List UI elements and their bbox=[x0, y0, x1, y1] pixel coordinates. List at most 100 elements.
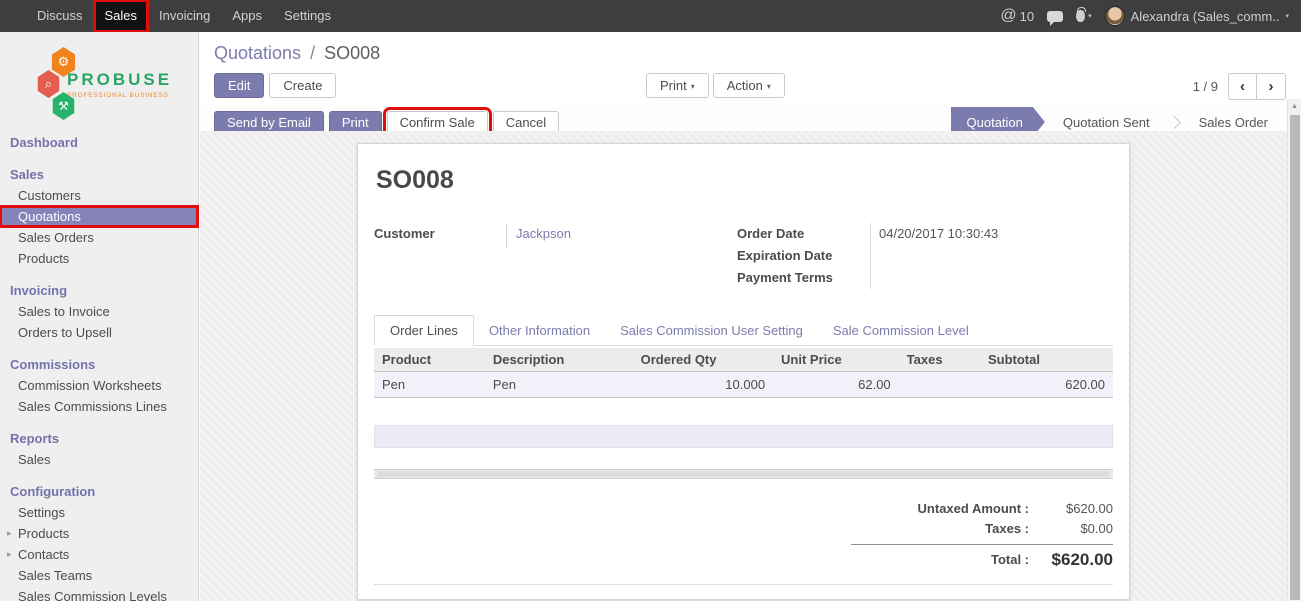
expand-caret-icon[interactable]: ▸ bbox=[7, 544, 12, 565]
tab-order-lines[interactable]: Order Lines bbox=[374, 315, 474, 346]
sidebar-item-products[interactable]: ▸Products bbox=[0, 523, 198, 544]
chevron-left-icon: ‹ bbox=[1240, 78, 1245, 95]
vertical-scrollbar-thumb[interactable] bbox=[1290, 115, 1300, 600]
sidebar-heading-reports[interactable]: Reports bbox=[0, 428, 198, 449]
edit-button[interactable]: Edit bbox=[214, 73, 264, 98]
sidebar-item-customers[interactable]: Customers bbox=[0, 185, 198, 206]
chat-bubble-icon[interactable] bbox=[1047, 11, 1063, 22]
tab-other-information[interactable]: Other Information bbox=[474, 316, 605, 345]
topbar-right: @ 10 ▾ Alexandra (Sales_comm.. ▾ bbox=[1000, 0, 1301, 32]
cell-unit-price: 62.00 bbox=[773, 372, 899, 398]
sidebar-item-commission-worksheets[interactable]: Commission Worksheets bbox=[0, 375, 198, 396]
probuse-logo: ⚙ ⌕ ⚒ PROBUSE PROFESSIONAL BUSINESS bbox=[34, 44, 198, 120]
sheet-bottom-divider bbox=[374, 584, 1113, 585]
action-dropdown-button[interactable]: Action▾ bbox=[713, 73, 785, 98]
empty-section-band bbox=[374, 425, 1113, 448]
fields-block: Customer Jackpson Order DateExpiration D… bbox=[374, 223, 1113, 289]
scrollbar-up-arrow[interactable]: ▲ bbox=[1288, 99, 1301, 114]
topbar-item-settings[interactable]: Settings bbox=[273, 0, 342, 32]
sidebar-heading-invoicing[interactable]: Invoicing bbox=[0, 280, 198, 301]
logo-tagline: PROFESSIONAL BUSINESS bbox=[67, 92, 172, 99]
mention-counter[interactable]: @ 10 bbox=[1000, 7, 1034, 25]
sidebar-item-sales-to-invoice[interactable]: Sales to Invoice bbox=[0, 301, 198, 322]
sidebar-item-sales-teams[interactable]: Sales Teams bbox=[0, 565, 198, 586]
taxes-value: $0.00 bbox=[1029, 519, 1113, 539]
tab-sale-commission-level[interactable]: Sale Commission Level bbox=[818, 316, 984, 345]
column-header-ordered-qty[interactable]: Ordered Qty bbox=[633, 348, 773, 372]
cell-description: Pen bbox=[485, 372, 633, 398]
cell-ordered-qty: 10.000 bbox=[633, 372, 773, 398]
total-value: $620.00 bbox=[1029, 548, 1113, 572]
sidebar-item-settings[interactable]: Settings bbox=[0, 502, 198, 523]
sidebar-item-products[interactable]: Products bbox=[0, 248, 198, 269]
chevron-right-icon: › bbox=[1269, 78, 1274, 95]
totals-separator bbox=[851, 544, 1113, 545]
sidebar-item-quotations[interactable]: Quotations bbox=[0, 206, 198, 227]
user-menu[interactable]: Alexandra (Sales_comm.. ▾ bbox=[1105, 6, 1289, 26]
control-panel-buttons: Edit Create Print▾ Action▾ 1 / 9 ‹ › bbox=[214, 73, 1301, 107]
taxes-label: Taxes : bbox=[851, 519, 1029, 539]
topbar-item-invoicing[interactable]: Invoicing bbox=[148, 0, 221, 32]
sidebar-item-contacts[interactable]: ▸Contacts bbox=[0, 544, 198, 565]
column-header-unit-price[interactable]: Unit Price bbox=[773, 348, 899, 372]
sidebar-menu: DashboardSalesCustomersQuotationsSales O… bbox=[0, 132, 198, 601]
sidebar-item-sales[interactable]: Sales bbox=[0, 449, 198, 470]
sidebar-item-sales-commission-levels[interactable]: Sales Commission Levels bbox=[0, 586, 198, 601]
cell-subtotal: 620.00 bbox=[980, 372, 1113, 398]
total-label: Total : bbox=[851, 548, 1029, 572]
user-name: Alexandra (Sales_comm.. bbox=[1131, 9, 1280, 24]
pager-next-button[interactable]: › bbox=[1257, 73, 1286, 100]
logo-text: PROBUSE PROFESSIONAL BUSINESS bbox=[67, 70, 172, 99]
column-header-taxes[interactable]: Taxes bbox=[899, 348, 980, 372]
order-date-label: Order Date bbox=[737, 223, 870, 245]
vertical-scrollbar[interactable]: ▲ bbox=[1287, 99, 1301, 601]
breadcrumb-quotations-link[interactable]: Quotations bbox=[214, 43, 301, 63]
sidebar-item-sales-orders[interactable]: Sales Orders bbox=[0, 227, 198, 248]
sidebar-heading-commissions[interactable]: Commissions bbox=[0, 354, 198, 375]
payment-terms-label: Payment Terms bbox=[737, 267, 870, 289]
column-header-description[interactable]: Description bbox=[485, 348, 633, 372]
topbar-item-discuss[interactable]: Discuss bbox=[26, 0, 94, 32]
topbar-menu: DiscussSalesInvoicingAppsSettings bbox=[0, 0, 342, 32]
expand-caret-icon[interactable]: ▸ bbox=[7, 523, 12, 544]
horizontal-scrollbar[interactable] bbox=[374, 469, 1113, 479]
tab-sales-commission-user-setting[interactable]: Sales Commission User Setting bbox=[605, 316, 818, 345]
quotation-sheet: SO008 Customer Jackpson Order DateExpira… bbox=[357, 143, 1130, 600]
column-header-subtotal[interactable]: Subtotal bbox=[980, 348, 1113, 372]
print-dropdown-button[interactable]: Print▾ bbox=[646, 73, 709, 98]
expiration-date-label: Expiration Date bbox=[737, 245, 870, 267]
column-header-product[interactable]: Product bbox=[374, 348, 485, 372]
sidebar-heading-configuration[interactable]: Configuration bbox=[0, 481, 198, 502]
breadcrumb-current: SO008 bbox=[324, 43, 380, 63]
topbar-item-sales[interactable]: Sales bbox=[94, 0, 149, 32]
customer-value-link[interactable]: Jackpson bbox=[506, 223, 571, 249]
cell-taxes bbox=[899, 372, 980, 398]
order-lines-table: ProductDescriptionOrdered QtyUnit PriceT… bbox=[374, 348, 1113, 398]
untaxed-amount-label: Untaxed Amount : bbox=[851, 499, 1029, 519]
right-field-values: 04/20/2017 10:30:43 bbox=[870, 223, 1113, 289]
triangle-up-icon: ▲ bbox=[1291, 103, 1298, 110]
debug-menu[interactable]: ▾ bbox=[1076, 10, 1092, 22]
sidebar-item-orders-to-upsell[interactable]: Orders to Upsell bbox=[0, 322, 198, 343]
logo-search-icon: ⌕ bbox=[36, 70, 61, 98]
right-field-labels: Order DateExpiration DatePayment Terms bbox=[737, 223, 870, 289]
payment-terms-value bbox=[879, 267, 1113, 289]
chevron-down-icon: ▾ bbox=[691, 82, 695, 91]
create-button[interactable]: Create bbox=[269, 73, 336, 98]
pager-previous-button[interactable]: ‹ bbox=[1228, 73, 1257, 100]
chevron-down-icon: ▾ bbox=[767, 82, 771, 91]
sidebar-item-sales-commissions-lines[interactable]: Sales Commissions Lines bbox=[0, 396, 198, 417]
sidebar-heading-dashboard[interactable]: Dashboard bbox=[0, 132, 198, 153]
sidebar-heading-sales[interactable]: Sales bbox=[0, 164, 198, 185]
state-chevron-icon bbox=[1168, 116, 1181, 129]
breadcrumb: Quotations / SO008 bbox=[214, 41, 1301, 65]
customer-label: Customer bbox=[374, 223, 506, 289]
chevron-down-icon: ▾ bbox=[1088, 12, 1092, 20]
order-line-row[interactable]: PenPen10.00062.00 620.00 bbox=[374, 372, 1113, 398]
order-lines-header-row: ProductDescriptionOrdered QtyUnit PriceT… bbox=[374, 348, 1113, 372]
untaxed-amount-value: $620.00 bbox=[1029, 499, 1113, 519]
notebook-tabs: Order LinesOther InformationSales Commis… bbox=[374, 315, 1113, 346]
topbar-item-apps[interactable]: Apps bbox=[221, 0, 273, 32]
topbar: DiscussSalesInvoicingAppsSettings @ 10 ▾… bbox=[0, 0, 1301, 32]
horizontal-scrollbar-thumb[interactable] bbox=[378, 471, 1109, 477]
